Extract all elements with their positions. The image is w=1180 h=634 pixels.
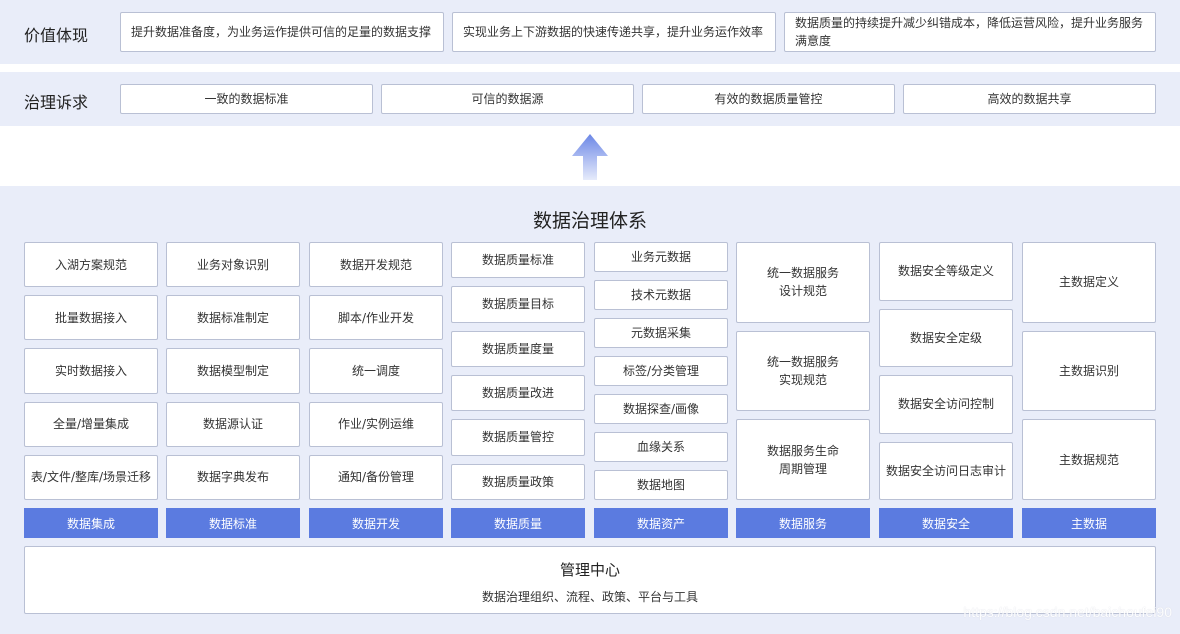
system-cell: 通知/备份管理 xyxy=(309,454,443,500)
system-cell: 全量/增量集成 xyxy=(24,401,158,447)
system-column: 业务元数据技术元数据元数据采集标签/分类管理 数据探查/画像 血缘关系数据地图 xyxy=(594,242,728,500)
system-cell: 业务元数据 xyxy=(594,242,728,272)
system-cell: 作业/实例运维 xyxy=(309,401,443,447)
system-cell: 批量数据接入 xyxy=(24,295,158,341)
system-column-label: 数据安全 xyxy=(879,508,1013,538)
system-cell: 数据探查/画像 xyxy=(594,394,728,424)
system-column: 入湖方案规范 批量数据接入 实时数据接入 全量/增量集成 表/文件/整库/场景迁移 xyxy=(24,242,158,500)
system-column-label: 数据开发 xyxy=(309,508,443,538)
system-cell: 主数据规范 xyxy=(1022,419,1156,500)
system-cell: 数据服务生命 周期管理 xyxy=(736,419,870,500)
demand-item: 有效的数据质量管控 xyxy=(642,84,895,114)
system-cell: 脚本/作业开发 xyxy=(309,295,443,341)
demand-item: 一致的数据标准 xyxy=(120,84,373,114)
system-cell: 数据质量管控 xyxy=(451,419,585,456)
value-item: 提升数据准备度，为业务运作提供可信的足量的数据支撑 xyxy=(120,12,444,52)
management-title: 管理中心 xyxy=(559,561,620,579)
system-cell: 数据安全访问日志审计 xyxy=(879,441,1013,500)
system-column: 主数据定义 主数据识别 主数据规范 xyxy=(1022,242,1156,500)
system-column: 数据开发规范 脚本/作业开发 统一调度作业/实例运维 通知/备份管理 xyxy=(309,242,443,500)
system-cell: 实时数据接入 xyxy=(24,348,158,394)
value-item: 实现业务上下游数据的快速传递共享，提升业务运作效率 xyxy=(452,12,776,52)
system-cell: 主数据识别 xyxy=(1022,330,1156,412)
system-cell: 主数据定义 xyxy=(1022,242,1156,323)
system-cell: 数据安全访问控制 xyxy=(879,375,1013,434)
system-cell: 表/文件/整库/场景迁移 xyxy=(24,454,158,500)
system-cell: 统一数据服务 设计规范 xyxy=(736,242,870,323)
system-column: 数据安全等级定义 数据安全定级 数据安全访问控制 数据安全访问日志审计 xyxy=(879,242,1013,500)
system-cell: 标签/分类管理 xyxy=(594,356,728,386)
system-cell: 数据质量政策 xyxy=(451,463,585,500)
system-cell: 业务对象识别 xyxy=(166,242,300,288)
system-cell: 数据安全定级 xyxy=(879,308,1013,367)
system-title: 数据治理体系 xyxy=(532,210,647,232)
value-band-title: 价值体现 xyxy=(24,26,89,45)
system-cell: 数据安全等级定义 xyxy=(879,242,1013,301)
system-cell: 元数据采集 xyxy=(594,318,728,348)
up-arrow-icon xyxy=(572,134,608,180)
demand-item: 可信的数据源 xyxy=(381,84,634,114)
system-column-label: 数据集成 xyxy=(24,508,158,538)
system-cell: 数据地图 xyxy=(594,470,728,500)
system-column-label: 数据质量 xyxy=(451,508,585,538)
watermark: https://blog.csdn.net/baichoufei90 xyxy=(963,604,1172,620)
system-column-label: 数据服务 xyxy=(736,508,870,538)
management-subtitle: 数据治理组织、流程、政策、平台与工具 xyxy=(481,590,698,604)
system-cell: 血缘关系 xyxy=(594,432,728,462)
system-cell: 数据模型制定 xyxy=(166,348,300,394)
system-column: 数据质量标准 数据质量目标 数据质量度量 数据质量改进 数据质量管控 数据质量政策 xyxy=(451,242,585,500)
system-column-label: 数据标准 xyxy=(166,508,300,538)
system-cell: 技术元数据 xyxy=(594,280,728,310)
system-cell: 统一调度 xyxy=(309,348,443,394)
system-column: 统一数据服务 设计规范 统一数据服务 实现规范 数据服务生命 周期管理 xyxy=(736,242,870,500)
demand-item: 高效的数据共享 xyxy=(903,84,1156,114)
system-cell: 数据开发规范 xyxy=(309,242,443,288)
system-cell: 数据质量改进 xyxy=(451,375,585,412)
system-column-label: 数据资产 xyxy=(594,508,728,538)
system-column-label: 主数据 xyxy=(1022,508,1156,538)
value-item: 数据质量的持续提升减少纠错成本，降低运营风险，提升业务服务满意度 xyxy=(784,12,1156,52)
system-cell: 数据质量标准 xyxy=(451,242,585,279)
demand-band-title: 治理诉求 xyxy=(24,93,89,112)
system-cell: 数据质量度量 xyxy=(451,330,585,367)
system-cell: 数据字典发布 xyxy=(166,454,300,500)
system-cell: 数据标准制定 xyxy=(166,295,300,341)
system-cell: 数据源认证 xyxy=(166,401,300,447)
system-cell: 统一数据服务 实现规范 xyxy=(736,330,870,412)
system-cell: 入湖方案规范 xyxy=(24,242,158,288)
system-column: 业务对象识别 数据标准制定 数据模型制定 数据源认证数据字典发布 xyxy=(166,242,300,500)
system-cell: 数据质量目标 xyxy=(451,286,585,323)
